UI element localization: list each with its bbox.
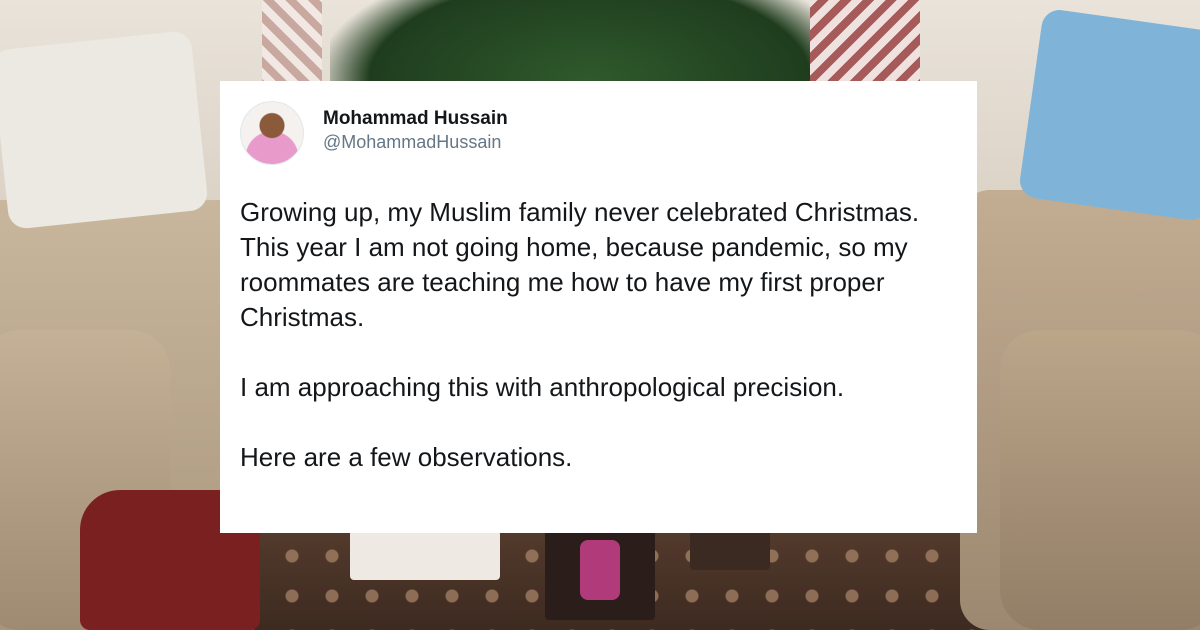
- tweet-paragraph: Growing up, my Muslim family never celeb…: [240, 197, 920, 332]
- pillow-right: [1017, 7, 1200, 223]
- author-handle[interactable]: @MohammadHussain: [323, 131, 508, 153]
- author-names: Mohammad Hussain @MohammadHussain: [323, 107, 508, 153]
- gift-box-white: [350, 530, 500, 580]
- curtain-right: [810, 0, 920, 90]
- curtain-left: [262, 0, 322, 90]
- tweet-screenshot-scene: Mohammad Hussain @MohammadHussain Growin…: [0, 0, 1200, 630]
- sofa-right-arm: [1000, 330, 1200, 630]
- tweet-text: Growing up, my Muslim family never celeb…: [240, 195, 957, 475]
- tweet-paragraph: I am approaching this with anthropologic…: [240, 372, 845, 402]
- author-display-name[interactable]: Mohammad Hussain: [323, 107, 508, 131]
- gift-ribbon: [580, 540, 620, 600]
- tweet-header: Mohammad Hussain @MohammadHussain: [240, 101, 957, 165]
- tweet-card: Mohammad Hussain @MohammadHussain Growin…: [220, 81, 977, 533]
- tweet-paragraph: Here are a few observations.: [240, 442, 573, 472]
- gift-box-dark: [690, 530, 770, 570]
- pillow-left: [0, 30, 209, 230]
- avatar[interactable]: [240, 101, 304, 165]
